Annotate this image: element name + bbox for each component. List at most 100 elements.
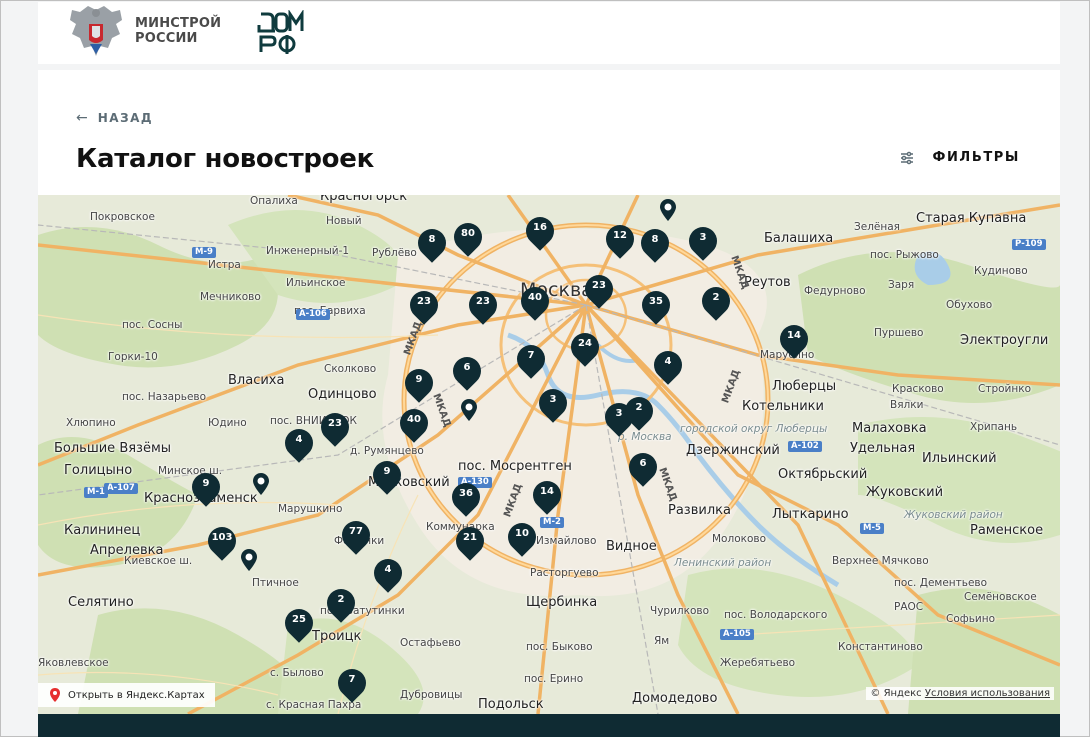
cluster-count: 9 [383, 466, 391, 477]
single-object-pin-icon[interactable] [461, 399, 477, 421]
cluster-pin[interactable]: 23 [463, 285, 503, 327]
cluster-pin[interactable]: 2 [696, 281, 736, 323]
cluster-pin[interactable]: 103 [202, 521, 242, 563]
map-place-domodedovo: Домодедово [632, 691, 718, 706]
map-place-sosny: пос. Сосны [122, 319, 183, 331]
map-place-kudinovo: Кудиново [974, 265, 1028, 277]
cluster-pin[interactable]: 9 [367, 455, 407, 497]
cluster-count: 7 [348, 674, 356, 685]
map-place-stroinko: Стройнко [978, 383, 1031, 395]
cluster-pin[interactable]: 4 [279, 423, 319, 465]
map-place-oktyabrsky: Октябрьский [778, 467, 868, 482]
cluster-pin[interactable]: 23 [404, 285, 444, 327]
cluster-pin[interactable]: 4 [368, 553, 408, 595]
cluster-count: 2 [635, 402, 643, 413]
map-place-rublevo: Рублёво [372, 247, 417, 259]
map-place-skolkovo: Сколково [324, 363, 377, 375]
map-place-vidnoe: Видное [606, 539, 657, 554]
ministry-name[interactable]: МИНСТРОЙ РОССИИ [135, 16, 221, 46]
cluster-count: 21 [463, 532, 477, 543]
cluster-pin[interactable]: 23 [579, 269, 619, 311]
road-tag: А-102 [788, 441, 822, 452]
map-place-lyubertsy: Люберцы [772, 379, 837, 394]
single-object-pin-icon[interactable] [241, 549, 257, 571]
map-place-inzhenerny: Инженерный-1 [266, 245, 350, 257]
map-copyright: © Яндекс Условия использования [866, 687, 1054, 700]
map-place-sofyino: Софьино [946, 613, 996, 625]
cluster-count: 35 [649, 296, 663, 307]
cluster-pin[interactable]: 8 [412, 223, 452, 265]
cluster-pin[interactable]: 9 [399, 363, 439, 405]
cluster-pin[interactable]: 16 [520, 211, 560, 253]
map-place-udelnaya: Удельная [850, 441, 916, 456]
cluster-pin[interactable]: 7 [332, 663, 372, 705]
cluster-pin[interactable]: 6 [447, 351, 487, 393]
cluster-count: 4 [384, 564, 392, 575]
map-place-erino: пос. Ерино [524, 673, 584, 685]
map-place-dubrovitsy: Дубровицы [400, 689, 463, 701]
map-place-ryzhovo: пос. Рыжово [870, 249, 939, 261]
cluster-count: 3 [549, 394, 557, 405]
cluster-pin[interactable]: 40 [394, 403, 434, 445]
map-place-selyatino: Селятино [68, 595, 134, 610]
cluster-pin[interactable]: 3 [683, 221, 723, 263]
cluster-count: 6 [463, 362, 471, 373]
map-place-ilinskoe: Ильинское [286, 277, 346, 289]
road-tag: А-106 [296, 309, 330, 320]
map-place-novy: Новый [326, 215, 362, 227]
cluster-pin[interactable]: 35 [636, 285, 676, 327]
cluster-pin[interactable]: 2 [321, 583, 361, 625]
single-object-pin-icon[interactable] [660, 199, 676, 221]
single-object-pin-icon[interactable] [253, 473, 269, 495]
map-place-raos: РАОС [894, 601, 924, 613]
open-in-yandex-maps-link[interactable]: Открыть в Яндекс.Картах [38, 683, 215, 707]
cluster-pin[interactable]: 14 [527, 475, 567, 517]
map-place-marushkino: Марушкино [278, 503, 343, 515]
ministry-emblem-icon[interactable] [66, 4, 126, 60]
cluster-pin[interactable]: 80 [448, 217, 488, 259]
map-place-volodarskogo: пос. Володарского [724, 609, 828, 621]
map-place-kalininets: Калининец [64, 523, 141, 538]
map-view[interactable]: Красногорск Покровское Опалиха Новый Инженер… [38, 195, 1060, 714]
site-header: МИНСТРОЙ РОССИИ [38, 2, 1060, 64]
map-place-byakovo: пос. Быково [526, 641, 593, 653]
map-place-yakovlevskoe: Яковлевское [38, 657, 109, 669]
map-place-opalikha: Опалиха [250, 195, 298, 207]
cluster-count: 8 [428, 234, 436, 245]
cluster-pin[interactable]: 10 [502, 517, 542, 559]
cluster-pin[interactable]: 9 [186, 467, 226, 509]
map-place-malakhovka: Малаховка [852, 421, 927, 436]
cluster-pin[interactable]: 2 [619, 391, 659, 433]
terms-of-use-link[interactable]: Условия использования [925, 688, 1050, 699]
cluster-pin[interactable]: 40 [515, 281, 555, 323]
map-place-krasnogorsk: Красногорск [320, 195, 408, 204]
footer-bar [38, 714, 1060, 737]
map-place-ramenskoe: Раменское [970, 523, 1044, 538]
filters-button[interactable]: ФИЛЬТРЫ [900, 150, 1020, 165]
map-place-ostafyevo: Остафьево [400, 637, 461, 649]
cluster-pin[interactable]: 7 [511, 339, 551, 381]
cluster-pin[interactable]: 3 [533, 383, 573, 425]
filters-label: ФИЛЬТРЫ [932, 150, 1020, 165]
map-place-reutov: Реутов [744, 275, 791, 290]
cluster-pin[interactable]: 77 [336, 515, 376, 557]
back-label: НАЗАД [97, 111, 154, 125]
cluster-pin[interactable]: 36 [446, 477, 486, 519]
back-link[interactable]: ← НАЗАД [76, 110, 153, 126]
map-place-dementyevo: пос. Дементьево [894, 577, 988, 589]
cluster-pin[interactable]: 14 [774, 319, 814, 361]
cluster-pin[interactable]: 24 [565, 327, 605, 369]
cluster-pin[interactable]: 12 [600, 219, 640, 261]
cluster-pin[interactable]: 21 [450, 521, 490, 563]
map-place-bvyazemy: Большие Вязёмы [54, 441, 172, 456]
map-place-golitsyno: Голицыно [64, 463, 133, 478]
cluster-count: 77 [349, 526, 363, 537]
cluster-pin[interactable]: 4 [648, 345, 688, 387]
cluster-pin[interactable]: 6 [623, 447, 663, 489]
cluster-pin[interactable]: 8 [635, 223, 675, 265]
cluster-pin[interactable]: 25 [279, 603, 319, 645]
cluster-pin[interactable]: 23 [315, 407, 355, 449]
map-pin-red-icon [50, 688, 60, 702]
dom-rf-logo[interactable] [257, 10, 305, 58]
map-place-razvilka: Развилка [668, 503, 731, 518]
